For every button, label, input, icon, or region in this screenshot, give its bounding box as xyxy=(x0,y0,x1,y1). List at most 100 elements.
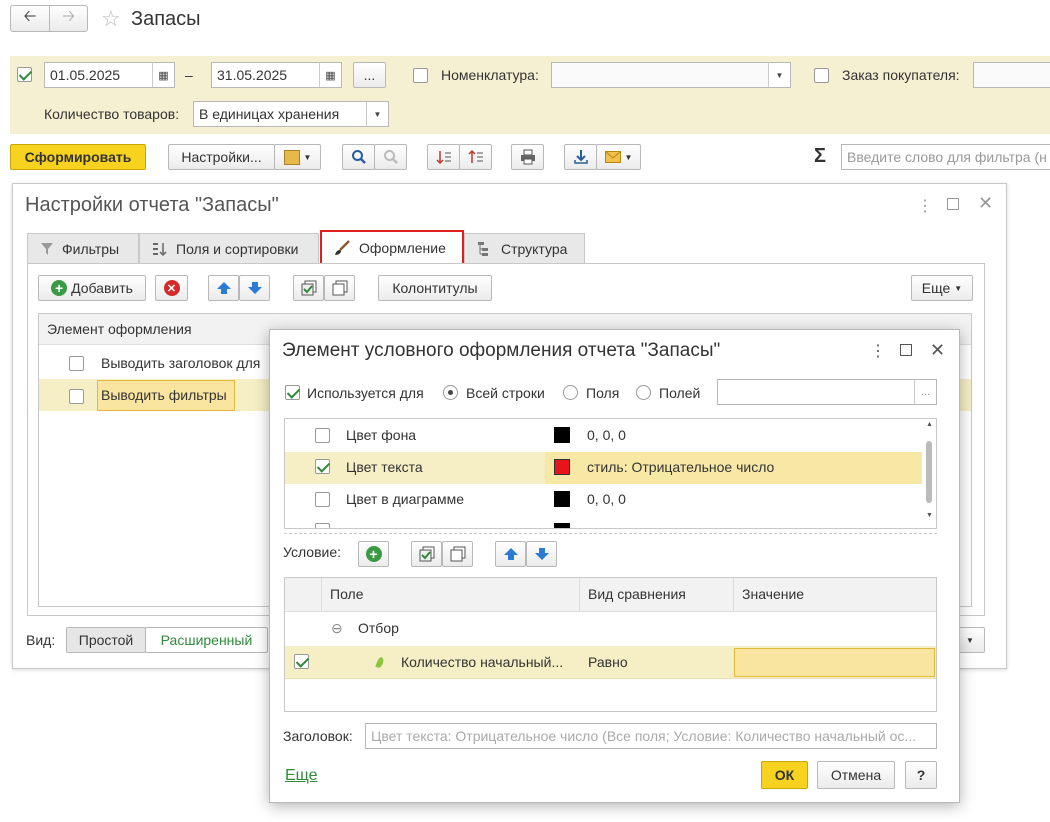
prop-checkbox-partial[interactable] xyxy=(315,523,330,528)
tab-structure[interactable]: Структура xyxy=(464,233,585,263)
dialog-maximize-icon[interactable] xyxy=(900,344,912,356)
search-button[interactable] xyxy=(342,144,375,170)
date-from-field[interactable]: 01.05.2025 ▦ xyxy=(44,62,175,88)
maximize-icon[interactable] xyxy=(947,198,959,210)
row-checkbox[interactable] xyxy=(69,389,84,404)
forward-button[interactable]: 🡢 xyxy=(49,5,88,32)
fields-select-input[interactable]: ... xyxy=(717,379,937,405)
condition-add-button[interactable]: + xyxy=(358,541,389,567)
caption-input[interactable]: Цвет текста: Отрицательное число (Все по… xyxy=(365,723,937,749)
brush-icon xyxy=(335,240,350,255)
back-button[interactable]: 🡠 xyxy=(10,5,50,32)
prop-checkbox-bg[interactable] xyxy=(315,428,330,443)
move-up-button[interactable] xyxy=(208,275,239,301)
dialog-close-icon[interactable]: ✕ xyxy=(930,340,945,361)
nomenclature-checkbox[interactable] xyxy=(413,68,428,83)
radio-field[interactable] xyxy=(563,385,578,400)
tab-filters[interactable]: Фильтры xyxy=(27,233,139,263)
view-simple-button[interactable]: Простой xyxy=(66,627,146,653)
color-swatch[interactable] xyxy=(554,491,570,507)
check-all-button[interactable] xyxy=(293,275,324,301)
scroll-up-icon[interactable]: ▲ xyxy=(926,421,933,428)
delete-button[interactable]: ✕ xyxy=(155,275,188,301)
collapse-groups-button[interactable] xyxy=(459,144,492,170)
appearance-table: Цвет фона 0, 0, 0 Цвет текста стиль: Отр… xyxy=(284,418,937,529)
cancel-button[interactable]: Отмена xyxy=(817,761,895,789)
condition-uncheck-all-button[interactable] xyxy=(442,541,473,567)
settings-window-title: Настройки отчета "Запасы" xyxy=(25,194,279,216)
condition-check-all-button[interactable] xyxy=(411,541,442,567)
scroll-thumb[interactable] xyxy=(926,441,932,503)
design-row-title[interactable]: Выводить заголовок для xyxy=(101,355,260,371)
generate-button[interactable]: Сформировать xyxy=(10,144,146,170)
period-checkbox[interactable] xyxy=(17,67,32,82)
more-link[interactable]: Еще xyxy=(285,767,318,785)
period-select-button[interactable]: ... xyxy=(353,62,386,88)
condition-row-checkbox[interactable] xyxy=(294,654,309,669)
date-to-value: 31.05.2025 xyxy=(217,67,288,83)
envelope-icon xyxy=(604,151,621,163)
add-button[interactable]: + Добавить xyxy=(38,275,146,301)
close-icon[interactable]: ✕ xyxy=(978,193,993,214)
prop-value[interactable]: 0, 0, 0 xyxy=(587,427,626,443)
check-all-icon xyxy=(419,546,434,562)
customer-order-field[interactable] xyxy=(973,62,1050,88)
condition-field-value[interactable]: Количество начальный... xyxy=(401,654,571,670)
dialog-menu-icon[interactable]: ⋮ xyxy=(870,341,886,361)
row-checkbox[interactable] xyxy=(69,356,84,371)
prop-value[interactable]: 0, 0, 0 xyxy=(587,491,626,507)
radio-fields[interactable] xyxy=(636,385,651,400)
window-menu-icon[interactable]: ⋮ xyxy=(917,196,933,216)
design-row-filters[interactable]: Выводить фильтры xyxy=(101,387,227,403)
tab-design[interactable]: Оформление xyxy=(320,230,464,266)
send-email-button[interactable]: ▼ xyxy=(596,144,641,170)
uncheck-all-button[interactable] xyxy=(324,275,355,301)
col-field-header: Поле xyxy=(330,586,364,602)
expand-groups-button[interactable] xyxy=(427,144,460,170)
help-button[interactable]: ? xyxy=(905,761,937,789)
view-extended-button[interactable]: Расширенный xyxy=(145,627,268,653)
condition-value-input[interactable] xyxy=(734,648,935,677)
settings-button[interactable]: Настройки... xyxy=(168,144,275,170)
condition-up-button[interactable] xyxy=(495,541,526,567)
variant-menu-button[interactable]: ▼ xyxy=(274,144,321,170)
chevron-down-icon[interactable]: ▼ xyxy=(366,102,388,126)
search-clear-button[interactable] xyxy=(374,144,407,170)
customer-order-label: Заказ покупателя: xyxy=(842,67,960,83)
calendar-icon[interactable]: ▦ xyxy=(319,63,341,87)
page-title: Запасы xyxy=(131,8,201,30)
chevron-down-icon[interactable]: ▼ xyxy=(768,63,790,87)
move-down-button[interactable] xyxy=(239,275,270,301)
scroll-down-icon[interactable]: ▼ xyxy=(926,512,933,519)
scrollbar[interactable]: ▲ ▼ xyxy=(922,419,936,528)
prop-value[interactable]: стиль: Отрицательное число xyxy=(587,459,774,475)
fields-select-button[interactable]: ... xyxy=(914,380,936,404)
report-search-input[interactable]: Введите слово для фильтра (н xyxy=(841,144,1050,170)
radio-all-rows[interactable] xyxy=(443,385,458,400)
column-header: Элемент оформления xyxy=(47,321,192,337)
headers-footers-button[interactable]: Колонтитулы xyxy=(378,275,492,301)
condition-down-button[interactable] xyxy=(526,541,557,567)
collapse-group-icon[interactable]: ⊖ xyxy=(331,620,343,637)
chevron-down-icon: ▼ xyxy=(303,152,312,162)
tab-fields-sorting[interactable]: Поля и сортировки xyxy=(139,233,319,263)
splitter[interactable] xyxy=(284,533,937,534)
customer-order-checkbox[interactable] xyxy=(814,68,829,83)
prop-checkbox-text[interactable] xyxy=(315,459,330,474)
condition-compare-value[interactable]: Равно xyxy=(588,654,628,670)
color-swatch[interactable] xyxy=(554,427,570,443)
save-button[interactable] xyxy=(564,144,597,170)
quantity-select[interactable]: В единицах хранения ▼ xyxy=(193,101,389,127)
used-for-checkbox[interactable] xyxy=(285,385,300,400)
sigma-icon[interactable]: Σ xyxy=(814,145,826,168)
favorite-star-icon[interactable]: ☆ xyxy=(101,6,121,32)
uncheck-all-icon xyxy=(332,280,347,296)
color-swatch[interactable] xyxy=(554,459,570,475)
more-button[interactable]: Еще ▼ xyxy=(911,275,973,301)
date-to-field[interactable]: 31.05.2025 ▦ xyxy=(211,62,342,88)
prop-checkbox-chart[interactable] xyxy=(315,492,330,507)
calendar-icon[interactable]: ▦ xyxy=(152,63,174,87)
print-button[interactable] xyxy=(511,144,544,170)
ok-button[interactable]: ОК xyxy=(761,761,808,789)
nomenclature-field[interactable]: ▼ xyxy=(551,62,791,88)
